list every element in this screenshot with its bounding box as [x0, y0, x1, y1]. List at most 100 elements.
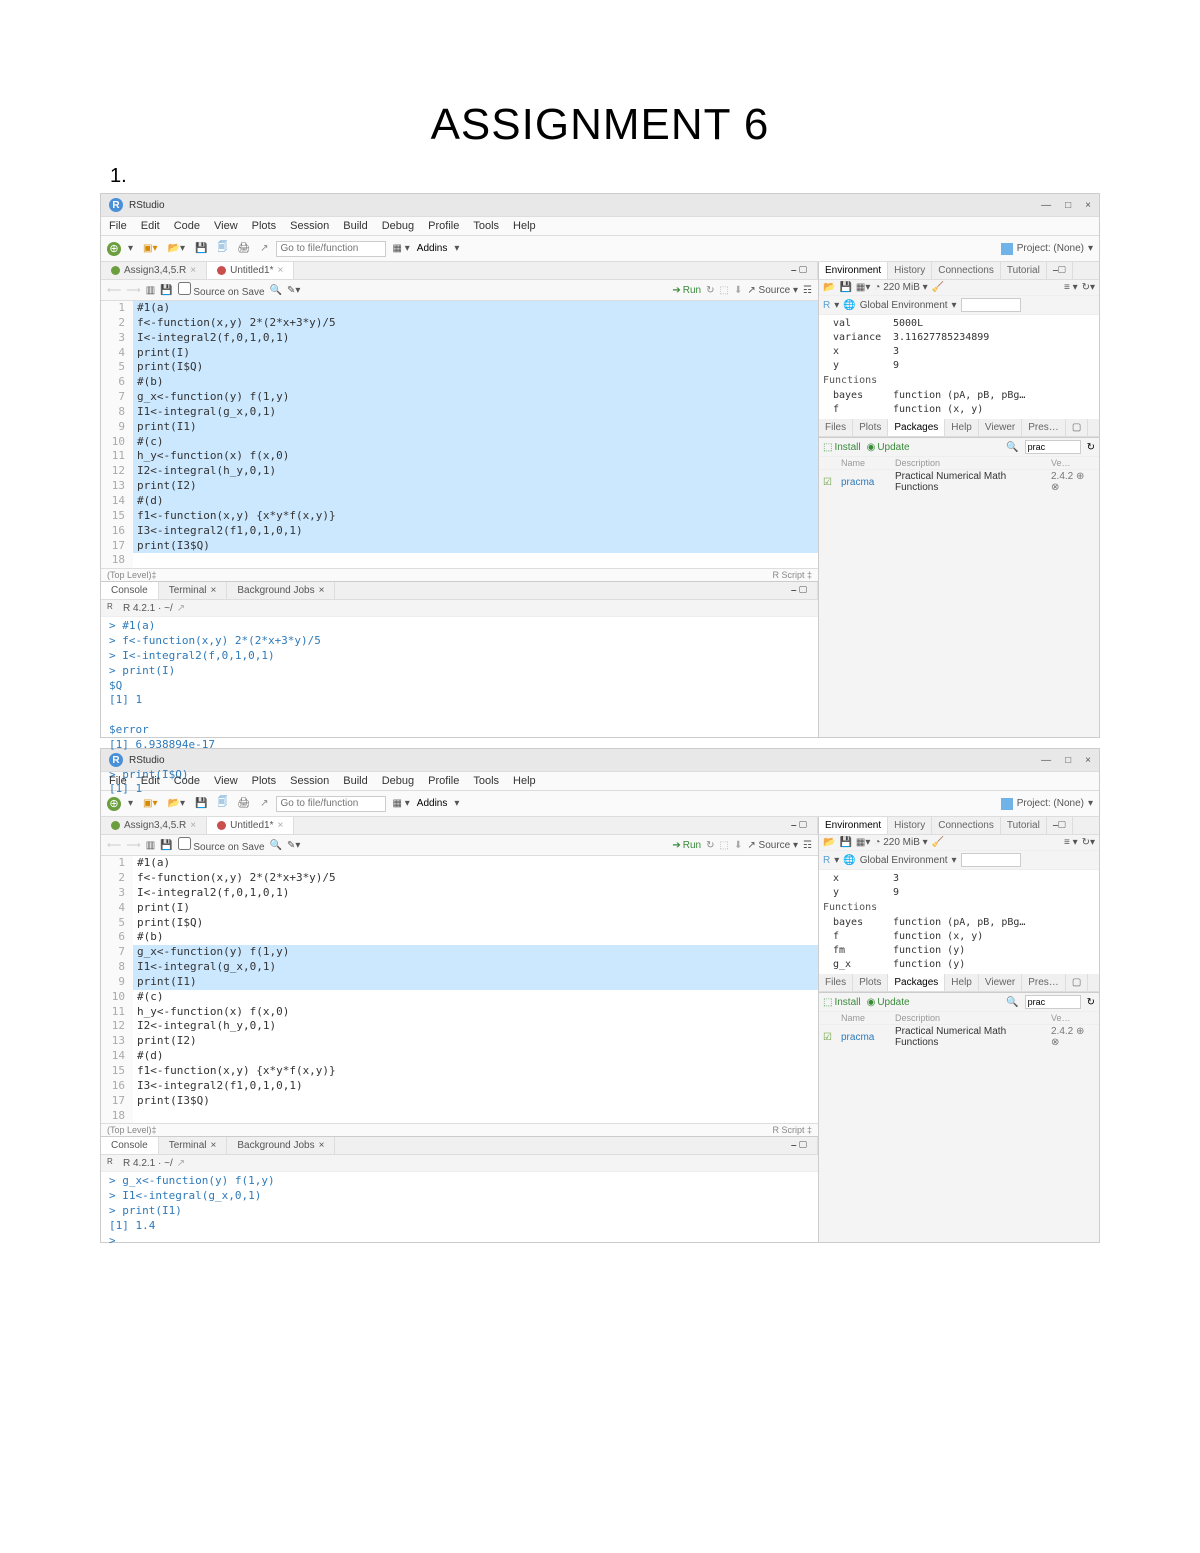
show-doc-icon[interactable]: ▥ [146, 285, 155, 296]
tab-environment[interactable]: Environment [819, 817, 888, 834]
checkbox-icon[interactable]: ☑ [823, 477, 841, 488]
code-editor[interactable]: 1#1(a)2f<-function(x,y) 2*(2*x+3*y)/53I<… [101, 856, 818, 1123]
open-file-button[interactable]: 📂▾ [165, 797, 188, 810]
source-button[interactable]: ↗ Source ▾ [747, 840, 798, 851]
run-button[interactable]: ➔ Run [672, 840, 701, 851]
menu-help[interactable]: Help [513, 220, 536, 232]
tab-viewer[interactable]: Viewer [979, 974, 1022, 991]
back-icon[interactable]: ⟵ [107, 285, 121, 296]
tab-packages[interactable]: Packages [888, 419, 945, 436]
close-button[interactable]: × [1085, 200, 1091, 211]
tab-pres[interactable]: Pres… [1022, 974, 1066, 991]
save-all-button[interactable]: 🗐 [214, 794, 230, 813]
minimize-button[interactable]: — [1041, 755, 1051, 766]
menu-debug[interactable]: Debug [382, 220, 414, 232]
dropdown-icon[interactable]: ▾ [125, 242, 136, 255]
tab-history[interactable]: History [888, 262, 932, 279]
tab-pres[interactable]: Pres… [1022, 419, 1066, 436]
pkg-search-input[interactable] [1025, 440, 1081, 454]
menu-file[interactable]: File [109, 220, 127, 232]
minimize-button[interactable]: — [1041, 200, 1051, 211]
save-ws-icon[interactable]: 💾 [839, 282, 851, 293]
tab-bgjobs[interactable]: Background Jobs × [227, 1137, 335, 1154]
save-button[interactable]: 💾 [192, 242, 210, 255]
install-button[interactable]: ⬚ Install [823, 997, 861, 1008]
save-button[interactable]: 💾 [192, 797, 210, 810]
tab-tutorial[interactable]: Tutorial [1001, 817, 1047, 834]
source-on-save-checkbox[interactable] [178, 282, 191, 295]
console-output[interactable]: > #1(a) > f<-function(x,y) 2*(2*x+3*y)/5… [101, 617, 818, 737]
menu-build[interactable]: Build [343, 220, 367, 232]
tab-connections[interactable]: Connections [932, 817, 1001, 834]
code-editor[interactable]: 1#1(a)2f<-function(x,y) 2*(2*x+3*y)/53I<… [101, 301, 818, 568]
addins-dropdown[interactable]: Addins [417, 798, 448, 809]
tab-bgjobs[interactable]: Background Jobs × [227, 582, 335, 599]
env-search[interactable] [961, 298, 1021, 312]
save-all-button[interactable]: 🗐 [214, 239, 230, 258]
forward-icon[interactable]: ⟶ [126, 285, 140, 296]
tab-untitled1[interactable]: Untitled1*× [207, 817, 294, 834]
env-search[interactable] [961, 853, 1021, 867]
maximize-button[interactable]: □ [1065, 755, 1071, 766]
rerun-icon[interactable]: ↻ [706, 285, 714, 296]
menu-build[interactable]: Build [343, 775, 367, 787]
search-icon[interactable]: 🔍 [270, 285, 282, 296]
new-project-button[interactable]: ▣▾ [140, 242, 160, 255]
menu-file[interactable]: File [109, 775, 127, 787]
maximize-button[interactable]: □ [1065, 200, 1071, 211]
menu-session[interactable]: Session [290, 775, 329, 787]
pane-icon[interactable]: ⎯▢ [1047, 262, 1073, 279]
refresh-pkg-icon[interactable]: ↻ [1087, 442, 1095, 453]
tab-files[interactable]: Files [819, 974, 853, 991]
tab-terminal[interactable]: Terminal × [159, 1137, 228, 1154]
save-icon[interactable]: 💾 [160, 285, 172, 296]
tab-history[interactable]: History [888, 817, 932, 834]
menu-profile[interactable]: Profile [428, 775, 459, 787]
menu-help[interactable]: Help [513, 775, 536, 787]
update-button[interactable]: ◉ Update [867, 997, 910, 1008]
tab-viewer[interactable]: Viewer [979, 419, 1022, 436]
console-output[interactable]: > g_x<-function(y) f(1,y) > I1<-integral… [101, 1172, 818, 1242]
menu-profile[interactable]: Profile [428, 220, 459, 232]
tab-help[interactable]: Help [945, 419, 979, 436]
update-button[interactable]: ◉ Update [867, 442, 910, 453]
menu-view[interactable]: View [214, 775, 238, 787]
new-project-button[interactable]: ▣▾ [140, 797, 160, 810]
project-selector[interactable]: Project: (None)▾ [1001, 798, 1093, 810]
menu-tools[interactable]: Tools [473, 220, 499, 232]
tab-help[interactable]: Help [945, 974, 979, 991]
tab-terminal[interactable]: Terminal × [159, 582, 228, 599]
menu-debug[interactable]: Debug [382, 775, 414, 787]
source-button[interactable]: ↗ Source ▾ [747, 285, 798, 296]
pane-collapse-icon[interactable]: ⎯ ▢ [781, 262, 818, 279]
grid-button[interactable]: ▦ ▾ [390, 242, 413, 255]
run-button[interactable]: ➔ Run [672, 285, 701, 296]
tab-files[interactable]: Files [819, 419, 853, 436]
menu-plots[interactable]: Plots [252, 775, 276, 787]
chunk-down-icon[interactable]: ⬇ [734, 285, 742, 296]
tab-plots[interactable]: Plots [853, 974, 888, 991]
tab-packages[interactable]: Packages [888, 974, 945, 991]
goto-file-input[interactable] [276, 796, 386, 812]
broom-icon[interactable]: 🧹 [932, 282, 944, 293]
new-file-button[interactable]: ⊕ [107, 797, 121, 811]
project-selector[interactable]: Project: (None)▾ [1001, 243, 1093, 255]
refresh-env-icon[interactable]: ↻▾ [1082, 282, 1095, 293]
broom-icon[interactable]: 🧹 [932, 837, 944, 848]
source-on-save-checkbox[interactable] [178, 837, 191, 850]
menu-edit[interactable]: Edit [141, 775, 160, 787]
tab-tutorial[interactable]: Tutorial [1001, 262, 1047, 279]
tab-environment[interactable]: Environment [819, 262, 888, 279]
refresh-icon[interactable]: ↗ [177, 603, 185, 614]
tab-connections[interactable]: Connections [932, 262, 1001, 279]
addins-dropdown[interactable]: Addins [417, 243, 448, 254]
list-view-icon[interactable]: ≡ ▾ [1064, 282, 1078, 293]
menu-tools[interactable]: Tools [473, 775, 499, 787]
menu-code[interactable]: Code [174, 775, 200, 787]
tab-assign345[interactable]: Assign3,4,5.R× [101, 262, 207, 279]
print-button[interactable]: 🖨 [234, 242, 253, 255]
load-icon[interactable]: 📂 [823, 282, 835, 293]
open-file-button[interactable]: 📂▾ [165, 242, 188, 255]
tab-plots[interactable]: Plots [853, 419, 888, 436]
chunk-up-icon[interactable]: ⬚ [720, 285, 729, 296]
